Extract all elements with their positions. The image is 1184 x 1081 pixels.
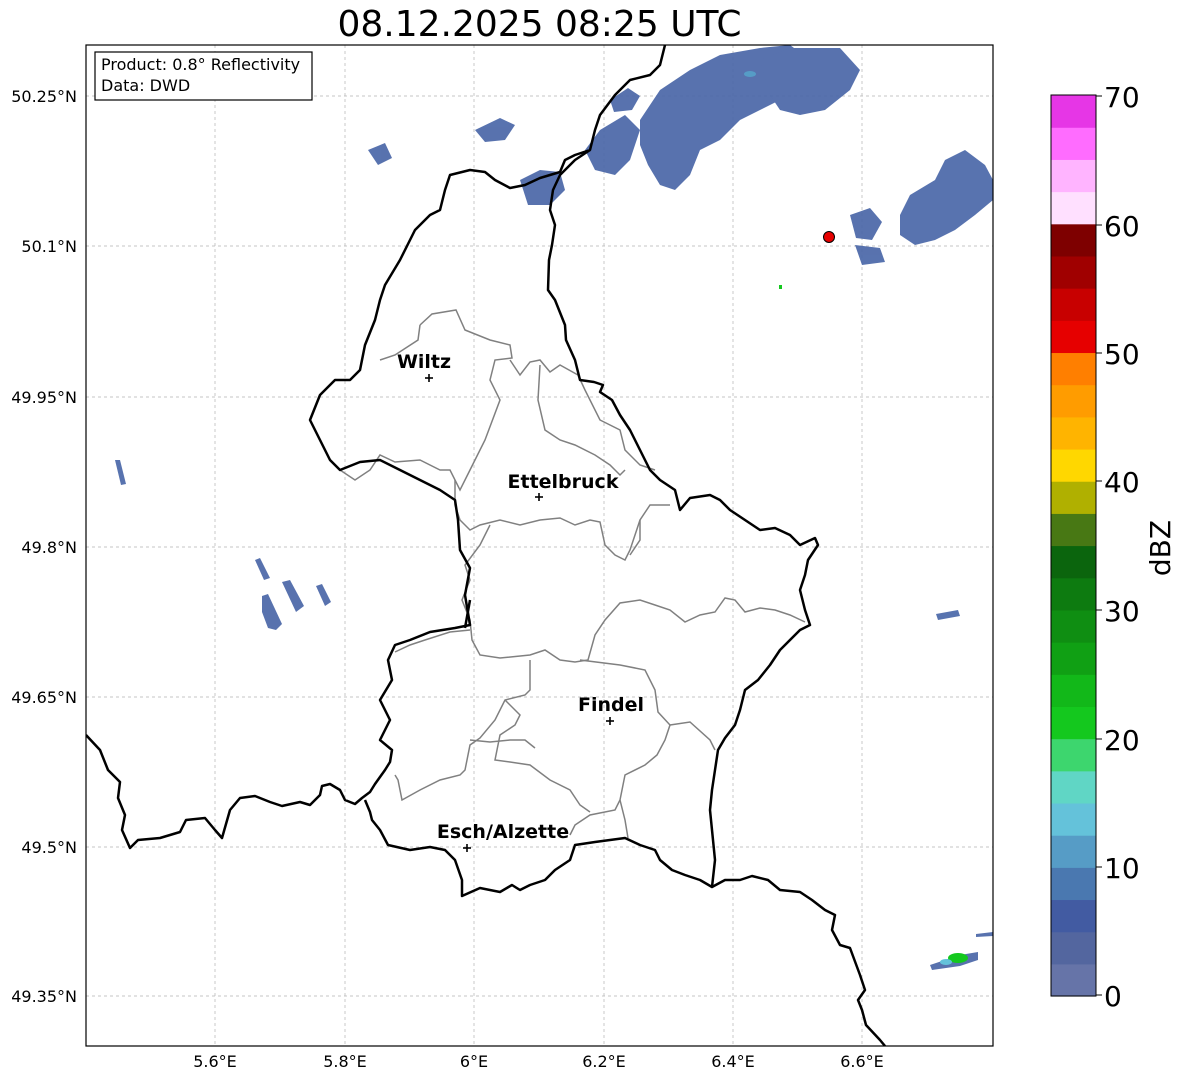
colorbar-tick-label: 50 (1104, 338, 1140, 371)
city-label-findel: Findel (578, 694, 644, 716)
colorbar-swatch (1051, 931, 1096, 965)
lat-tick-label: 49.5°N (21, 838, 77, 857)
colorbar-tick-label: 10 (1104, 852, 1140, 885)
lon-tick-labels: 5.6°E 5.8°E 6°E 6.2°E 6.4°E 6.6°E (193, 1052, 884, 1071)
colorbar-swatch (1051, 738, 1096, 772)
colorbar-swatch (1051, 963, 1096, 997)
colorbar-swatch (1051, 159, 1096, 193)
colorbar-swatch (1051, 706, 1096, 740)
info-box: Product: 0.8° Reflectivity Data: DWD (94, 51, 313, 101)
lat-tick-label: 49.65°N (11, 688, 77, 707)
lon-tick-label: 5.8°E (323, 1052, 367, 1071)
colorbar-swatch (1051, 481, 1096, 514)
city-label-esch-alzette: Esch/Alzette (437, 821, 569, 843)
colorbar-swatch (1051, 191, 1096, 225)
colorbar-swatch (1051, 95, 1096, 128)
colorbar-swatch (1051, 545, 1096, 579)
echo-core-cyan (940, 959, 952, 965)
colorbar-swatch (1051, 609, 1096, 643)
colorbar-tick-labels: 0 10 20 30 40 50 60 70 (1104, 81, 1140, 1013)
colorbar-tick-label: 70 (1104, 81, 1140, 114)
colorbar-swatch (1051, 867, 1096, 901)
colorbar-swatch (1051, 899, 1096, 933)
colorbar-tick-label: 30 (1104, 595, 1140, 628)
lon-tick-label: 5.6°E (193, 1052, 237, 1071)
colorbar-swatch (1051, 513, 1096, 547)
city-label-wiltz: Wiltz (397, 351, 451, 373)
colorbar-swatch (1051, 642, 1096, 675)
info-data-source: Data: DWD (101, 76, 190, 95)
city-label-ettelbruck: Ettelbruck (508, 471, 619, 493)
echo-core-blue (744, 71, 756, 77)
colorbar-swatch (1051, 674, 1096, 707)
lat-tick-labels: 50.25°N 50.1°N 49.95°N 49.8°N 49.65°N 49… (11, 87, 77, 1006)
lat-tick-label: 50.25°N (11, 87, 77, 106)
colorbar-swatch (1051, 835, 1096, 868)
colorbar-swatch (1051, 255, 1096, 289)
radar-site-marker[interactable] (823, 231, 835, 243)
colorbar-tick-label: 20 (1104, 724, 1140, 757)
lat-tick-label: 50.1°N (21, 237, 77, 256)
echo-speck-green (779, 285, 782, 289)
lat-tick-label: 49.35°N (11, 987, 77, 1006)
colorbar-swatch (1051, 223, 1096, 257)
colorbar-swatch (1051, 352, 1096, 386)
colorbar-tick-label: 40 (1104, 466, 1140, 499)
colorbar-tick-label: 60 (1104, 210, 1140, 243)
colorbar-swatch (1051, 448, 1096, 482)
colorbar-tick-marks (1096, 95, 1102, 996)
lon-tick-label: 6.4°E (711, 1052, 755, 1071)
lon-tick-label: 6.2°E (582, 1052, 626, 1071)
colorbar-swatch (1051, 384, 1096, 418)
lat-tick-label: 49.8°N (21, 538, 77, 557)
colorbar-swatch (1051, 416, 1096, 450)
colorbar-swatch (1051, 802, 1096, 836)
colorbar-tick-label: 0 (1104, 980, 1122, 1013)
colorbar-swatch (1051, 320, 1096, 354)
colorbar-swatch (1051, 577, 1096, 611)
lat-tick-label: 49.95°N (11, 388, 77, 407)
colorbar-label: dBZ (1144, 520, 1177, 576)
radar-map-figure: Wiltz Ettelbruck Findel Esch/Alzette Pro… (11, 44, 1177, 1071)
colorbar-swatch (1051, 127, 1096, 160)
lon-tick-label: 6.6°E (840, 1052, 884, 1071)
lon-tick-label: 6°E (460, 1052, 488, 1071)
colorbar-swatch (1051, 288, 1096, 321)
colorbar (1051, 95, 1096, 997)
info-product: Product: 0.8° Reflectivity (101, 55, 300, 74)
colorbar-swatch (1051, 770, 1096, 804)
